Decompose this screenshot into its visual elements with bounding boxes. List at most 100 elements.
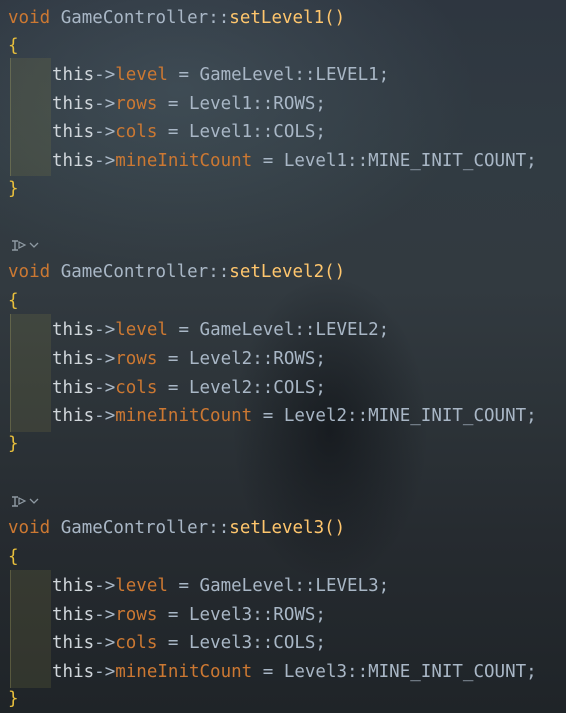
assign-operator: = — [157, 94, 189, 114]
chevron-down-icon — [29, 242, 39, 248]
this-keyword: this — [52, 349, 95, 369]
scope-operator: :: — [208, 8, 230, 28]
parens: () — [324, 262, 346, 282]
inheritance-hint-icon — [12, 496, 27, 507]
keyword-void: void — [8, 262, 51, 282]
scope-operator: :: — [208, 262, 230, 282]
open-brace: { — [8, 291, 19, 311]
code-line[interactable]: this->level = GameLevel::LEVEL2; — [8, 316, 389, 344]
code-line[interactable]: this->level = GameLevel::LEVEL1; — [8, 61, 389, 89]
arrow-operator: -> — [94, 122, 116, 142]
arrow-operator: -> — [94, 320, 116, 340]
assigned-value: Level3::ROWS; — [189, 605, 326, 625]
field-name: rows — [115, 94, 158, 114]
this-keyword: this — [52, 576, 95, 596]
assign-operator: = — [252, 406, 284, 426]
this-keyword: this — [52, 122, 95, 142]
assigned-value: Level1::MINE_INIT_COUNT; — [283, 151, 537, 171]
field-name: cols — [115, 633, 158, 653]
this-keyword: this — [52, 662, 95, 682]
assigned-value: Level2::ROWS; — [189, 349, 326, 369]
arrow-operator: -> — [94, 94, 116, 114]
inheritance-hint[interactable] — [9, 492, 39, 510]
code-line[interactable]: this->mineInitCount = Level1::MINE_INIT_… — [8, 147, 537, 175]
class-name: GameController — [60, 518, 209, 538]
this-keyword: this — [52, 65, 95, 85]
arrow-operator: -> — [94, 406, 116, 426]
assigned-value: Level2::COLS; — [189, 378, 326, 398]
close-brace: } — [8, 434, 19, 454]
this-keyword: this — [52, 406, 95, 426]
code-line[interactable]: this->rows = Level1::ROWS; — [8, 90, 326, 118]
assign-operator: = — [167, 576, 200, 596]
assigned-value: GameLevel::LEVEL3; — [199, 576, 390, 596]
function-name: setLevel2 — [229, 262, 325, 282]
assign-operator: = — [157, 349, 189, 369]
arrow-operator: -> — [94, 633, 116, 653]
assigned-value: GameLevel::LEVEL1; — [199, 65, 390, 85]
inheritance-hint-icon — [12, 240, 27, 251]
field-name: rows — [115, 349, 158, 369]
this-keyword: this — [52, 378, 95, 398]
parens: () — [324, 518, 346, 538]
this-keyword: this — [52, 605, 95, 625]
assign-operator: = — [252, 662, 284, 682]
arrow-operator: -> — [94, 378, 116, 398]
this-keyword: this — [52, 633, 95, 653]
assign-operator: = — [167, 65, 200, 85]
this-keyword: this — [52, 94, 95, 114]
code-line[interactable]: this->rows = Level3::ROWS; — [8, 601, 326, 629]
keyword-void: void — [8, 8, 51, 28]
arrow-operator: -> — [94, 605, 116, 625]
function-signature-setlevel1[interactable]: void GameController::setLevel1() — [8, 4, 345, 32]
assign-operator: = — [157, 378, 189, 398]
assign-operator: = — [167, 320, 200, 340]
code-line[interactable]: this->mineInitCount = Level3::MINE_INIT_… — [8, 658, 537, 686]
assigned-value: Level1::ROWS; — [189, 94, 326, 114]
assign-operator: = — [252, 151, 284, 171]
field-name: mineInitCount — [115, 662, 253, 682]
field-name: mineInitCount — [115, 151, 253, 171]
code-line[interactable]: this->mineInitCount = Level2::MINE_INIT_… — [8, 402, 537, 430]
function-name: setLevel1 — [229, 8, 325, 28]
arrow-operator: -> — [94, 662, 116, 682]
class-name: GameController — [60, 8, 209, 28]
field-name: level — [115, 65, 168, 85]
assigned-value: Level2::MINE_INIT_COUNT; — [283, 406, 537, 426]
assign-operator: = — [157, 122, 189, 142]
close-brace: } — [8, 689, 19, 709]
assign-operator: = — [157, 605, 189, 625]
chevron-down-icon — [29, 498, 39, 504]
assign-operator: = — [157, 633, 189, 653]
field-name: level — [115, 576, 168, 596]
code-line[interactable]: this->cols = Level1::COLS; — [8, 118, 326, 146]
inheritance-hint[interactable] — [9, 236, 39, 254]
keyword-void: void — [8, 518, 51, 538]
open-brace: { — [8, 36, 19, 56]
code-line[interactable]: this->cols = Level2::COLS; — [8, 374, 326, 402]
this-keyword: this — [52, 320, 95, 340]
assigned-value: Level3::COLS; — [189, 633, 326, 653]
field-name: cols — [115, 378, 158, 398]
scope-operator: :: — [208, 518, 230, 538]
assigned-value: Level3::MINE_INIT_COUNT; — [283, 662, 537, 682]
arrow-operator: -> — [94, 151, 116, 171]
this-keyword: this — [52, 151, 95, 171]
field-name: level — [115, 320, 168, 340]
parens: () — [324, 8, 346, 28]
code-line[interactable]: this->rows = Level2::ROWS; — [8, 345, 326, 373]
code-editor[interactable]: void GameController::setLevel1() { this-… — [0, 0, 566, 713]
function-signature-setlevel3[interactable]: void GameController::setLevel3() — [8, 514, 345, 542]
field-name: rows — [115, 605, 158, 625]
field-name: cols — [115, 122, 158, 142]
assigned-value: GameLevel::LEVEL2; — [199, 320, 390, 340]
arrow-operator: -> — [94, 65, 116, 85]
code-line[interactable]: this->level = GameLevel::LEVEL3; — [8, 572, 389, 600]
close-brace: } — [8, 179, 19, 199]
assigned-value: Level1::COLS; — [189, 122, 326, 142]
class-name: GameController — [60, 262, 209, 282]
function-name: setLevel3 — [229, 518, 325, 538]
arrow-operator: -> — [94, 349, 116, 369]
code-line[interactable]: this->cols = Level3::COLS; — [8, 629, 326, 657]
function-signature-setlevel2[interactable]: void GameController::setLevel2() — [8, 258, 345, 286]
